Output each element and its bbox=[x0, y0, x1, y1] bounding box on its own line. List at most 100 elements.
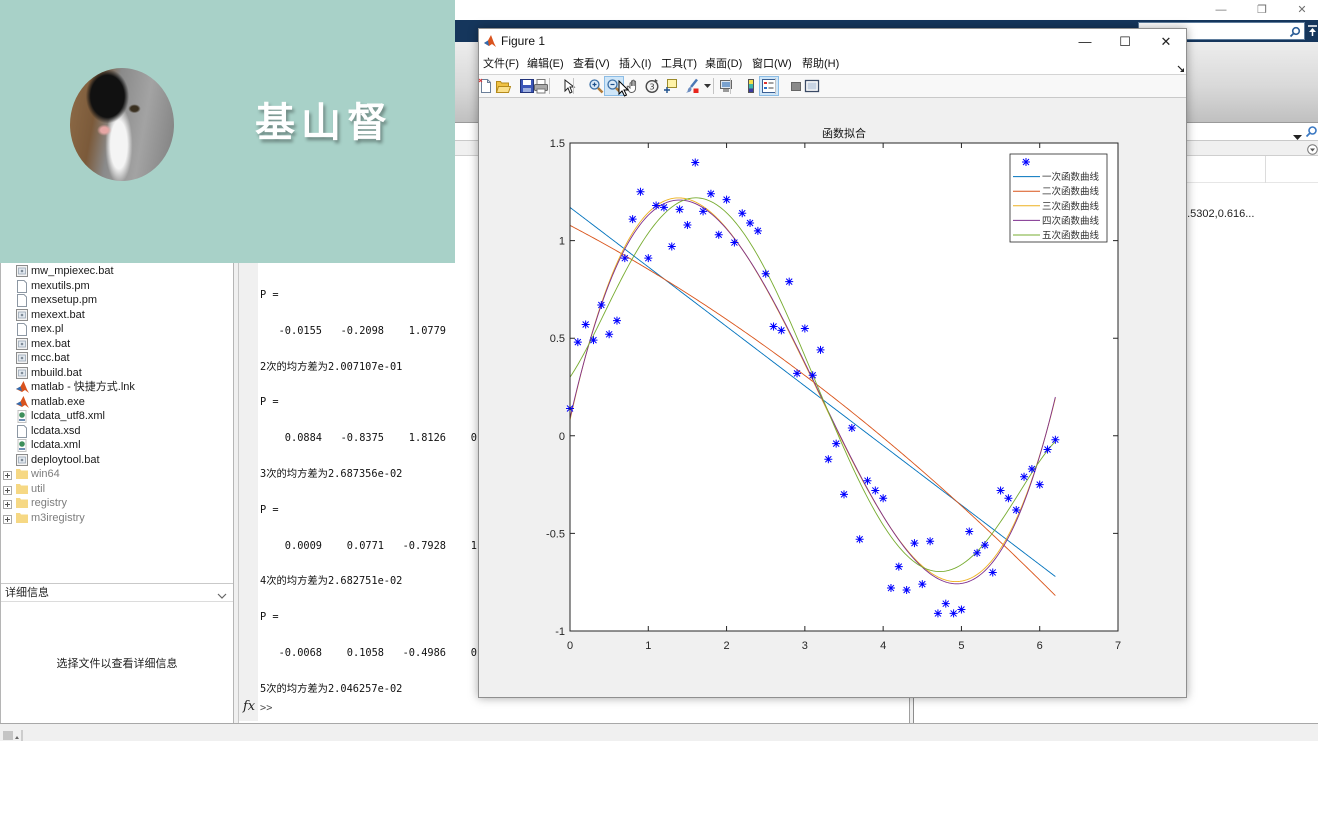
brush-icon[interactable] bbox=[682, 76, 702, 96]
plot-axes[interactable]: 0 1 2 3 4 5 6 7 -1 -0.5 0 0.5 1 1.5 函数拟合一次函数曲线二次函数曲线三次… bbox=[479, 98, 1186, 697]
data-point bbox=[918, 580, 927, 589]
data-point bbox=[753, 226, 762, 235]
insert-colorbar-icon[interactable] bbox=[741, 76, 761, 96]
data-cursor-icon[interactable] bbox=[660, 76, 680, 96]
brush-dropdown-icon[interactable] bbox=[703, 76, 712, 96]
file-item[interactable]: deploytool.bat bbox=[1, 453, 233, 468]
details-header[interactable]: 详细信息 bbox=[1, 585, 233, 602]
rotate-3d-icon[interactable]: 3 bbox=[642, 76, 662, 96]
asterisk-marker bbox=[605, 330, 614, 339]
data-point bbox=[996, 486, 1005, 495]
asterisk-marker bbox=[1022, 158, 1030, 166]
asterisk-marker bbox=[832, 439, 841, 448]
asterisk-marker bbox=[816, 345, 825, 354]
coefficient-value: -0.8375 bbox=[340, 432, 384, 445]
output-text-line: 4次的均方差为2.682751e-02 bbox=[260, 575, 403, 588]
data-point bbox=[605, 330, 614, 339]
insert-legend-icon[interactable] bbox=[759, 76, 779, 96]
asterisk-marker bbox=[1020, 472, 1029, 481]
menu-view[interactable]: 查看(V) bbox=[573, 54, 610, 74]
folder-item[interactable]: m3iregistry bbox=[1, 511, 233, 526]
figure-maximize-button[interactable]: ☐ bbox=[1105, 29, 1145, 54]
dock-figure-icon[interactable] bbox=[1177, 60, 1185, 72]
file-item[interactable]: lcdata_utf8.xml bbox=[1, 409, 233, 424]
file-item[interactable]: mexutils.pm bbox=[1, 279, 233, 294]
file-item[interactable]: lcdata.xsd bbox=[1, 424, 233, 439]
expand-plus-icon[interactable] bbox=[3, 485, 12, 495]
file-item-label: lcdata.xsd bbox=[31, 424, 81, 437]
chevron-down-icon[interactable] bbox=[217, 589, 227, 599]
asterisk-marker bbox=[777, 326, 786, 335]
column-divider[interactable] bbox=[1265, 156, 1266, 183]
asterisk-marker bbox=[871, 486, 880, 495]
function-browser-icon[interactable]: fx bbox=[243, 699, 255, 714]
expand-plus-icon[interactable] bbox=[3, 499, 12, 509]
file-item[interactable]: mex.bat bbox=[1, 337, 233, 352]
address-dropdown-icon[interactable] bbox=[1293, 128, 1302, 140]
data-point bbox=[1043, 445, 1052, 454]
expand-plus-icon[interactable] bbox=[3, 470, 12, 480]
menu-tools[interactable]: 工具(T) bbox=[661, 54, 697, 74]
main-minimize-button[interactable]: — bbox=[1201, 0, 1241, 20]
status-bar bbox=[0, 723, 1318, 741]
details-divider[interactable] bbox=[1, 583, 233, 584]
open-file-icon[interactable] bbox=[493, 76, 513, 96]
data-point bbox=[581, 320, 590, 329]
status-grip-icon[interactable] bbox=[3, 728, 25, 741]
zoom-in-icon[interactable] bbox=[586, 76, 606, 96]
collapse-ribbon-icon[interactable] bbox=[1307, 24, 1318, 38]
panel-options-icon[interactable] bbox=[1307, 142, 1318, 155]
menu-window[interactable]: 窗口(W) bbox=[752, 54, 792, 74]
legend[interactable]: 一次函数曲线二次函数曲线三次函数曲线四次函数曲线五次函数曲线 bbox=[1009, 153, 1108, 243]
folder-search-icon[interactable] bbox=[1305, 125, 1318, 138]
link-plot-icon[interactable] bbox=[716, 76, 736, 96]
file-item[interactable]: mw_mpiexec.bat bbox=[1, 264, 233, 279]
asterisk-marker bbox=[730, 238, 739, 247]
output-variable-label: P = bbox=[260, 611, 279, 624]
file-item[interactable]: lcdata.xml bbox=[1, 438, 233, 453]
bat-file-icon bbox=[16, 453, 29, 467]
toolbar-separator bbox=[775, 78, 776, 94]
y-tick-label: 0 bbox=[559, 431, 565, 443]
xml-file-icon bbox=[16, 410, 29, 423]
file-item-label: mexutils.pm bbox=[31, 279, 90, 292]
folder-item[interactable]: registry bbox=[1, 496, 233, 511]
print-figure-icon[interactable] bbox=[531, 76, 551, 96]
file-item[interactable]: mcc.bat bbox=[1, 351, 233, 366]
show-plot-tools-icon[interactable] bbox=[802, 76, 822, 96]
file-item[interactable]: mexsetup.pm bbox=[1, 293, 233, 308]
main-close-button[interactable]: ✕ bbox=[1282, 0, 1318, 20]
asterisk-marker bbox=[714, 230, 723, 239]
folder-item[interactable]: win64 bbox=[1, 467, 233, 482]
figure-minimize-button[interactable]: — bbox=[1065, 29, 1105, 54]
folder-item-label: win64 bbox=[31, 468, 60, 480]
expand-plus-icon[interactable] bbox=[3, 514, 12, 524]
menu-insert[interactable]: 插入(I) bbox=[619, 54, 651, 74]
file-item[interactable]: matlab - 快捷方式.lnk bbox=[1, 380, 233, 395]
search-icon[interactable] bbox=[1289, 25, 1301, 38]
file-item-label: mex.bat bbox=[31, 337, 71, 350]
workspace-variable-value[interactable]: 0.5302,0.616... bbox=[1181, 208, 1254, 220]
command-prompt[interactable]: >> bbox=[260, 699, 272, 717]
data-point bbox=[628, 215, 637, 224]
data-point bbox=[675, 205, 684, 214]
file-item[interactable]: mex.pl bbox=[1, 322, 233, 337]
main-restore-button[interactable]: ❐ bbox=[1242, 0, 1282, 20]
data-point bbox=[667, 242, 676, 251]
menu-desktop[interactable]: 桌面(D) bbox=[705, 54, 742, 74]
menu-edit[interactable]: 编辑(E) bbox=[527, 54, 564, 74]
asterisk-marker bbox=[738, 209, 747, 218]
x-tick-label: 0 bbox=[567, 640, 573, 652]
file-item[interactable]: mexext.bat bbox=[1, 308, 233, 323]
figure-title-bar[interactable]: Figure 1 — ☐ ✕ bbox=[479, 29, 1186, 54]
folder-item[interactable]: util bbox=[1, 482, 233, 497]
file-item[interactable]: matlab.exe bbox=[1, 395, 233, 410]
edit-plot-pointer-icon[interactable] bbox=[559, 76, 579, 96]
menu-help[interactable]: 帮助(H) bbox=[802, 54, 839, 74]
menu-file[interactable]: 文件(F) bbox=[483, 54, 519, 74]
file-item[interactable]: mbuild.bat bbox=[1, 366, 233, 381]
data-point bbox=[738, 209, 747, 218]
figure-close-button[interactable]: ✕ bbox=[1146, 29, 1186, 54]
data-point bbox=[706, 189, 715, 198]
folder-icon bbox=[16, 512, 29, 525]
